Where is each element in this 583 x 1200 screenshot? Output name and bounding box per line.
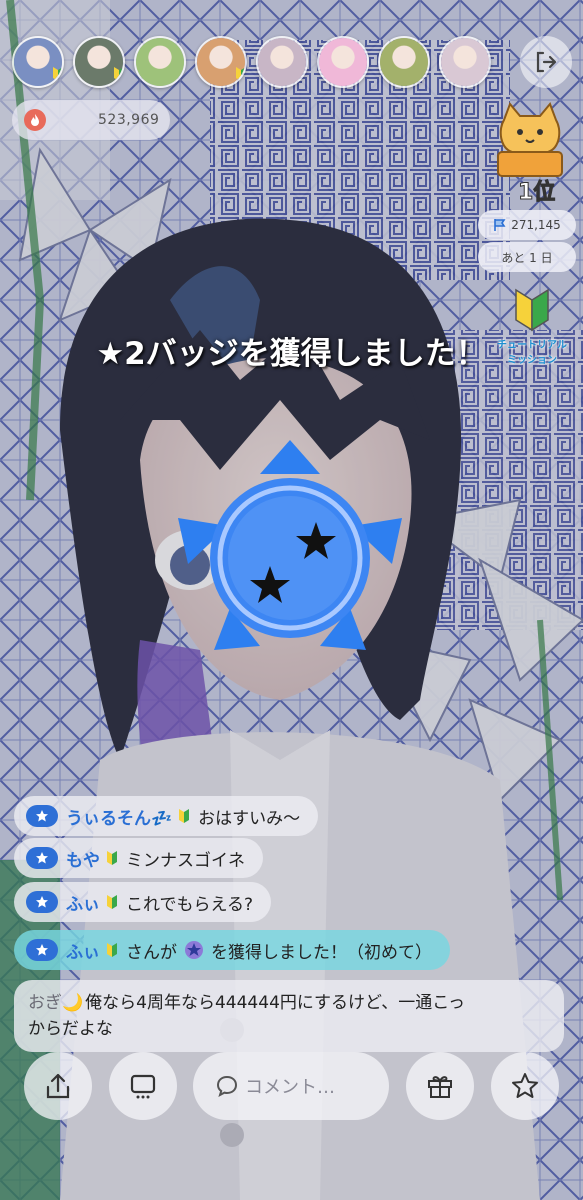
screen-icon xyxy=(130,1074,156,1099)
comment-row: もや ミンナスゴイネ xyxy=(14,838,263,878)
viewer-avatar[interactable] xyxy=(195,36,247,88)
badge-mini-icon xyxy=(185,941,203,959)
days-left-pill: あと 1 日 xyxy=(478,242,576,272)
long-comment-line2: からだよな xyxy=(28,1019,113,1039)
rank-label: 1位 xyxy=(517,180,556,206)
points-counter[interactable]: 523,969 xyxy=(12,100,170,140)
beginner-mark-icon xyxy=(236,67,245,81)
long-comment-line1: おぎ🌙 俺なら4周年なら444444円にするけど、一通こっ xyxy=(28,990,465,1016)
flame-icon xyxy=(24,109,46,131)
share-button[interactable] xyxy=(24,1052,92,1120)
star-badge-icon xyxy=(26,847,58,869)
score-value: 271,145 xyxy=(511,218,561,232)
exit-button[interactable] xyxy=(520,36,572,88)
system-message-pre: さんが xyxy=(126,942,177,963)
comment-row: うぃるそん💤 おはすいみ〜 xyxy=(14,796,319,836)
viewer-avatar[interactable] xyxy=(378,36,430,88)
system-message-user[interactable]: ふぃ xyxy=(66,938,100,963)
system-message-post: を獲得しました！（初めて） xyxy=(211,942,432,963)
system-message: ふぃ さんが を獲得しました！（初めて） xyxy=(14,930,450,970)
avatar-image xyxy=(441,38,489,86)
gift-icon xyxy=(428,1076,452,1098)
comment-user[interactable]: もや xyxy=(66,846,100,871)
gift-button[interactable] xyxy=(406,1052,474,1120)
share-icon xyxy=(46,1073,70,1099)
comment-user[interactable]: うぃるそん💤 xyxy=(66,804,172,829)
viewer-avatar[interactable] xyxy=(317,36,369,88)
comment-text: これでもらえる? xyxy=(126,894,254,915)
long-comment-text1: 俺なら4周年なら444444円にするけど、一通こっ xyxy=(85,993,466,1013)
avatar-image xyxy=(136,38,184,86)
score-pill[interactable]: 271,145 xyxy=(478,210,576,240)
long-comment: おぎ🌙 俺なら4周年なら444444円にするけど、一通こっ からだよな xyxy=(14,980,564,1052)
viewer-avatar[interactable] xyxy=(12,36,64,88)
comment-user[interactable]: ふぃ xyxy=(66,890,100,915)
chat-bubble-icon xyxy=(216,1075,238,1098)
comment-text: ミンナスゴイネ xyxy=(126,850,245,871)
exit-icon xyxy=(536,51,557,73)
star-icon xyxy=(512,1073,538,1098)
flag-icon xyxy=(494,219,506,231)
viewer-avatar[interactable] xyxy=(73,36,125,88)
star-badge-icon xyxy=(26,939,58,961)
comment-row: ふぃ これでもらえる? xyxy=(14,882,272,922)
beginner-mark-icon xyxy=(107,851,117,865)
avatar-image xyxy=(319,38,367,86)
beginner-mark-icon xyxy=(107,943,117,957)
beginner-mark-icon xyxy=(53,67,62,81)
badge-acquired-banner: ★2バッジを獲得しました！ xyxy=(96,336,487,372)
beginner-mark-icon xyxy=(107,895,117,909)
viewer-avatar-bar xyxy=(12,36,491,88)
viewer-avatar[interactable] xyxy=(439,36,491,88)
long-comment-user[interactable]: おぎ🌙 xyxy=(28,993,83,1013)
viewer-avatar[interactable] xyxy=(256,36,308,88)
beginner-mark-icon xyxy=(515,288,549,332)
beginner-mark-icon xyxy=(114,67,123,81)
favorite-button[interactable] xyxy=(491,1052,559,1120)
star-badge-icon xyxy=(26,891,58,913)
star-badge-icon xyxy=(26,805,58,827)
comment-placeholder: コメント… xyxy=(245,1077,335,1098)
comment-text: おはすいみ〜 xyxy=(198,808,301,829)
avatar-image xyxy=(380,38,428,86)
points-value: 523,969 xyxy=(98,112,160,128)
star2-badge-icon xyxy=(170,440,410,670)
screen-button[interactable] xyxy=(109,1052,177,1120)
beginner-mark-icon xyxy=(179,809,190,823)
days-left-text: あと 1 日 xyxy=(501,250,553,265)
avatar-image xyxy=(258,38,306,86)
viewer-avatar[interactable] xyxy=(134,36,186,88)
comment-input[interactable]: コメント… xyxy=(193,1052,389,1120)
